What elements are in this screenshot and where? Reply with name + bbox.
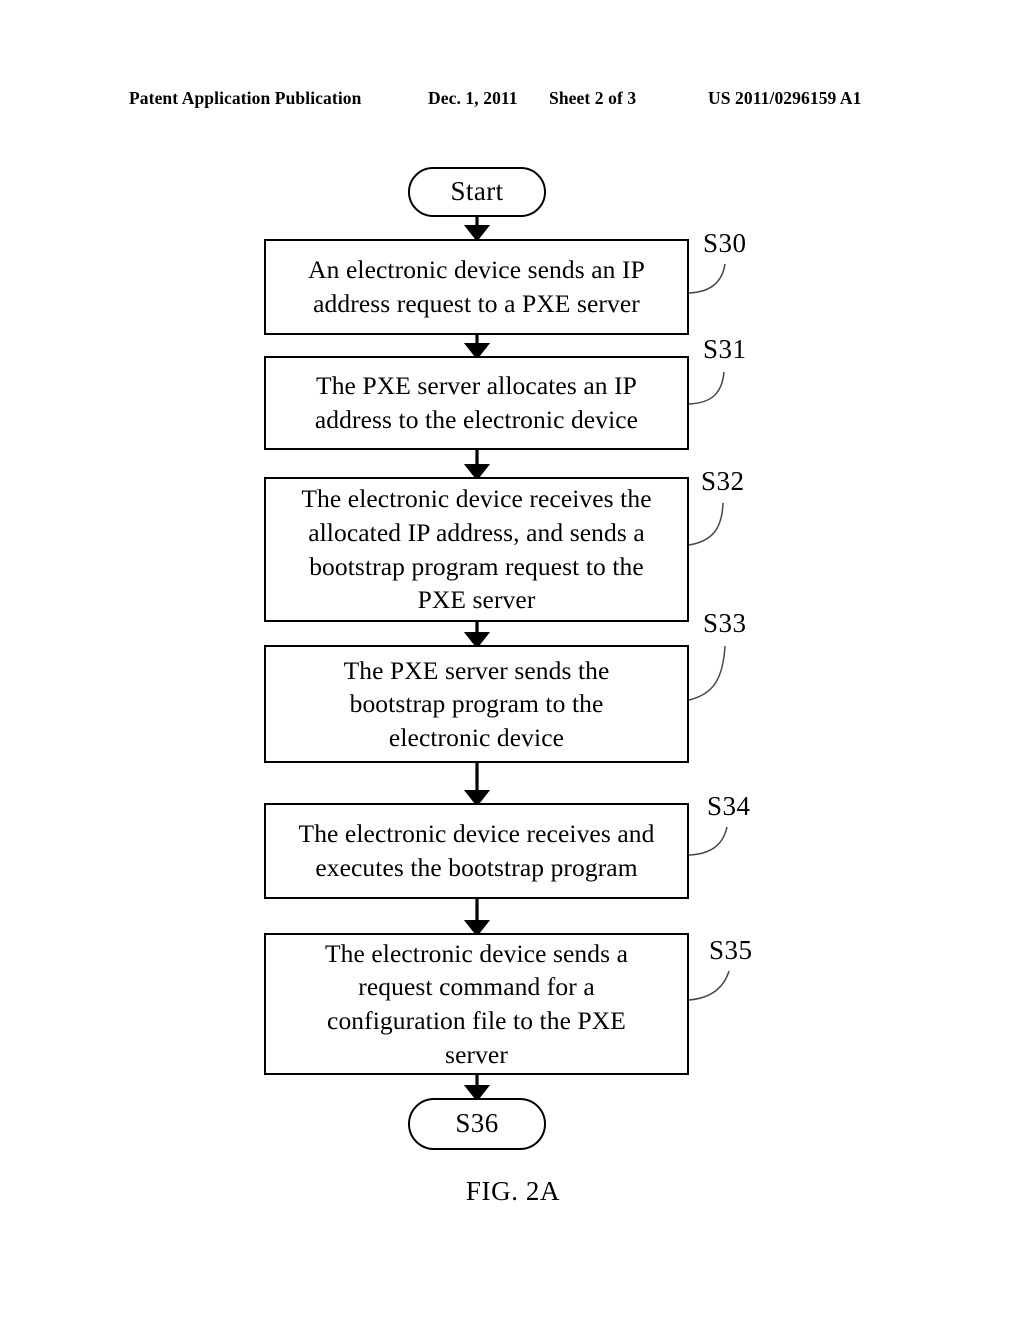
flow-node-s31: The PXE server allocates an IP address t…: [264, 356, 689, 450]
flow-node-s34: The electronic device receives and execu…: [264, 803, 689, 899]
flow-node-s35-line-3: configuration file to the PXE: [327, 1006, 626, 1035]
flow-node-start: Start: [408, 167, 546, 217]
leader-s34: [688, 826, 728, 856]
flowchart: Start An electronic device sends an IP a…: [0, 0, 1024, 1320]
step-ref-s34: S34: [707, 791, 751, 821]
flow-node-s34-line-2: executes the bootstrap program: [315, 853, 638, 882]
step-ref-s30: S30: [703, 228, 747, 258]
flow-node-end-label: S36: [455, 1108, 499, 1139]
flow-node-s32-line-1: The electronic device receives the: [301, 484, 652, 514]
flow-node-s33: The PXE server sends the bootstrap progr…: [264, 645, 689, 763]
flow-node-s35-line-2: request command for a: [358, 972, 595, 1002]
flow-node-s30-line-2: address request to a PXE server: [313, 289, 640, 318]
flow-node-s32-line-3: bootstrap program request to the: [309, 551, 644, 581]
flow-node-s33-line-2: bootstrap program to the: [349, 689, 604, 719]
flow-node-s31-line-1: The PXE server allocates an IP: [316, 371, 637, 401]
flow-node-s32-line-2: allocated IP address, and sends a: [308, 517, 645, 547]
step-ref-s31: S31: [703, 334, 747, 364]
step-ref-s33: S33: [703, 608, 747, 638]
flow-node-s32-line-4: PXE server: [417, 585, 536, 615]
leader-s33: [688, 645, 726, 701]
patent-page: Patent Application Publication Dec. 1, 2…: [0, 0, 1024, 1320]
step-ref-s32: S32: [701, 466, 745, 496]
step-ref-s35: S35: [709, 935, 753, 965]
figure-caption-label: FIG. 2A: [465, 1176, 561, 1206]
flow-node-s33-line-1: The PXE server sends the: [343, 655, 610, 685]
flow-node-s35-line-4: server: [445, 1039, 508, 1069]
leader-s35: [688, 970, 730, 1001]
figure-caption: FIG. 2A: [0, 1176, 1024, 1207]
flow-node-s30: An electronic device sends an IP address…: [264, 239, 689, 335]
leader-s31: [688, 371, 725, 405]
flow-node-s31-line-2: address to the electronic device: [314, 405, 639, 434]
flow-node-s35-line-1: The electronic device sends a: [324, 938, 629, 968]
leader-s32: [688, 502, 724, 546]
flow-node-s30-line-1: An electronic device sends an IP: [308, 255, 645, 285]
flow-node-s35: The electronic device sends a request co…: [264, 933, 689, 1075]
leader-s30: [688, 263, 726, 294]
flow-node-start-label: Start: [450, 176, 504, 207]
flow-node-s34-line-1: The electronic device receives and: [298, 819, 655, 849]
flow-node-s32: The electronic device receives the alloc…: [264, 477, 689, 622]
flow-node-s33-line-3: electronic device: [388, 722, 565, 752]
flow-node-end: S36: [408, 1098, 546, 1150]
